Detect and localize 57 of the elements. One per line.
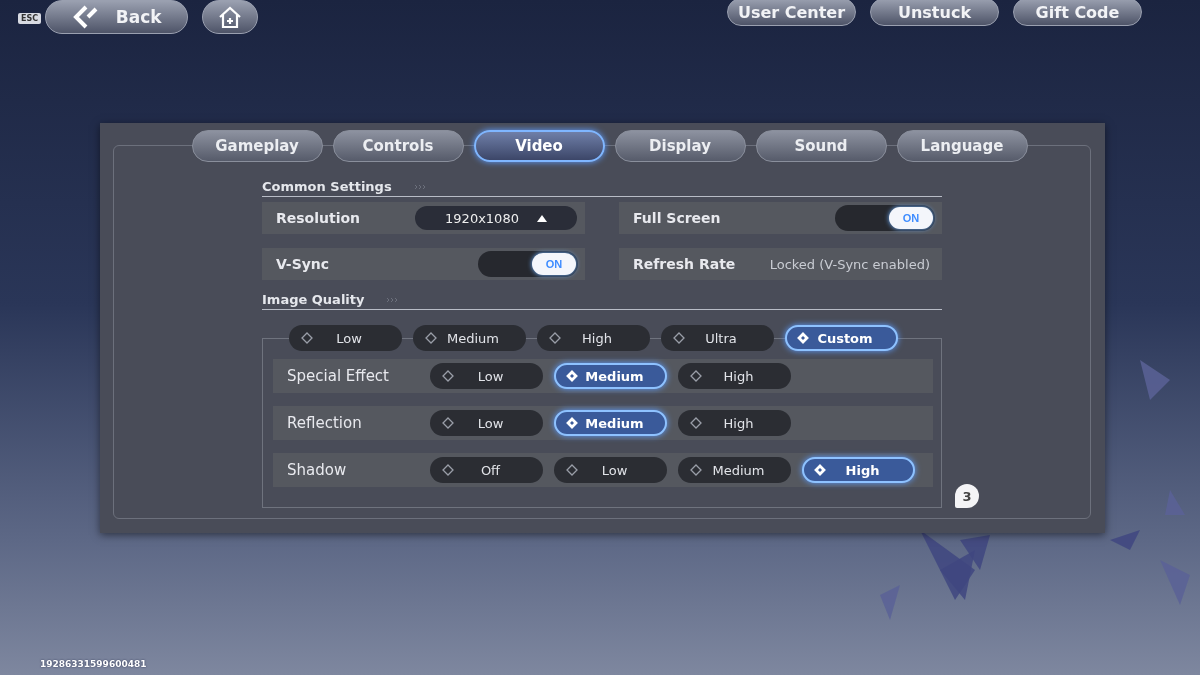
option-button[interactable]: Low [554,457,667,483]
option-button[interactable]: Medium [678,457,791,483]
tab[interactable]: Display [614,130,746,162]
chevrons-icon [413,183,428,190]
section-title: Common Settings [262,179,392,194]
page-badge: 3 [955,484,979,508]
diamond-icon [300,332,313,344]
option-button[interactable]: Low [288,325,402,351]
menu-button[interactable]: User Center [727,0,856,26]
diamond-icon [672,332,685,344]
option-button[interactable]: Off [430,457,543,483]
diamond-icon [442,464,454,476]
option-button[interactable]: Medium [554,363,667,389]
diamond-icon [690,370,702,382]
setting-label: V-Sync [276,256,330,272]
resolution-dropdown[interactable]: 1920x1080 [415,206,577,230]
menu-button[interactable]: Unstuck [870,0,999,26]
tab[interactable]: Language [896,130,1028,162]
uid-text: 19286331599600481 [40,659,147,669]
diamond-icon [566,464,578,476]
diamond-icon [566,417,578,429]
diamond-icon [548,332,561,344]
diamond-icon [814,464,826,476]
setting-label: Special Effect [287,367,390,385]
diamond-icon [690,464,702,476]
option-button[interactable]: High [678,410,791,436]
setting-value: Locked (V-Sync enabled) [769,256,930,272]
tab[interactable]: Video [473,130,605,162]
setting-label: Refresh Rate [633,256,736,272]
back-button[interactable]: Back [45,0,189,34]
tab[interactable]: Gameplay [191,130,323,162]
diamond-icon [442,370,454,382]
diamond-icon [796,332,809,344]
option-button[interactable]: High [802,457,915,483]
diamond-icon [690,417,702,429]
tab[interactable]: Controls [332,130,464,162]
option-button[interactable]: Medium [412,325,526,351]
home-button[interactable] [202,0,259,34]
option-button[interactable]: Low [430,410,543,436]
setting-label: Reflection [287,414,363,432]
diamond-icon [566,370,578,382]
diamond-icon [424,332,437,344]
caret-icon [536,214,547,222]
diamond-icon [442,417,454,429]
option-button[interactable]: Custom [784,325,898,351]
option-button[interactable]: Ultra [660,325,774,351]
setting-label: Shadow [287,461,348,479]
setting-label: Resolution [276,210,361,226]
key-hint: ESC [18,12,42,24]
menu-button[interactable]: Gift Code [1013,0,1142,26]
option-button[interactable]: High [678,363,791,389]
option-button[interactable]: Low [430,363,543,389]
option-button[interactable]: Medium [554,410,667,436]
section-title: Image Quality [262,292,365,307]
option-button[interactable]: High [536,325,650,351]
setting-label: Full Screen [633,210,721,226]
tab[interactable]: Sound [755,130,887,162]
